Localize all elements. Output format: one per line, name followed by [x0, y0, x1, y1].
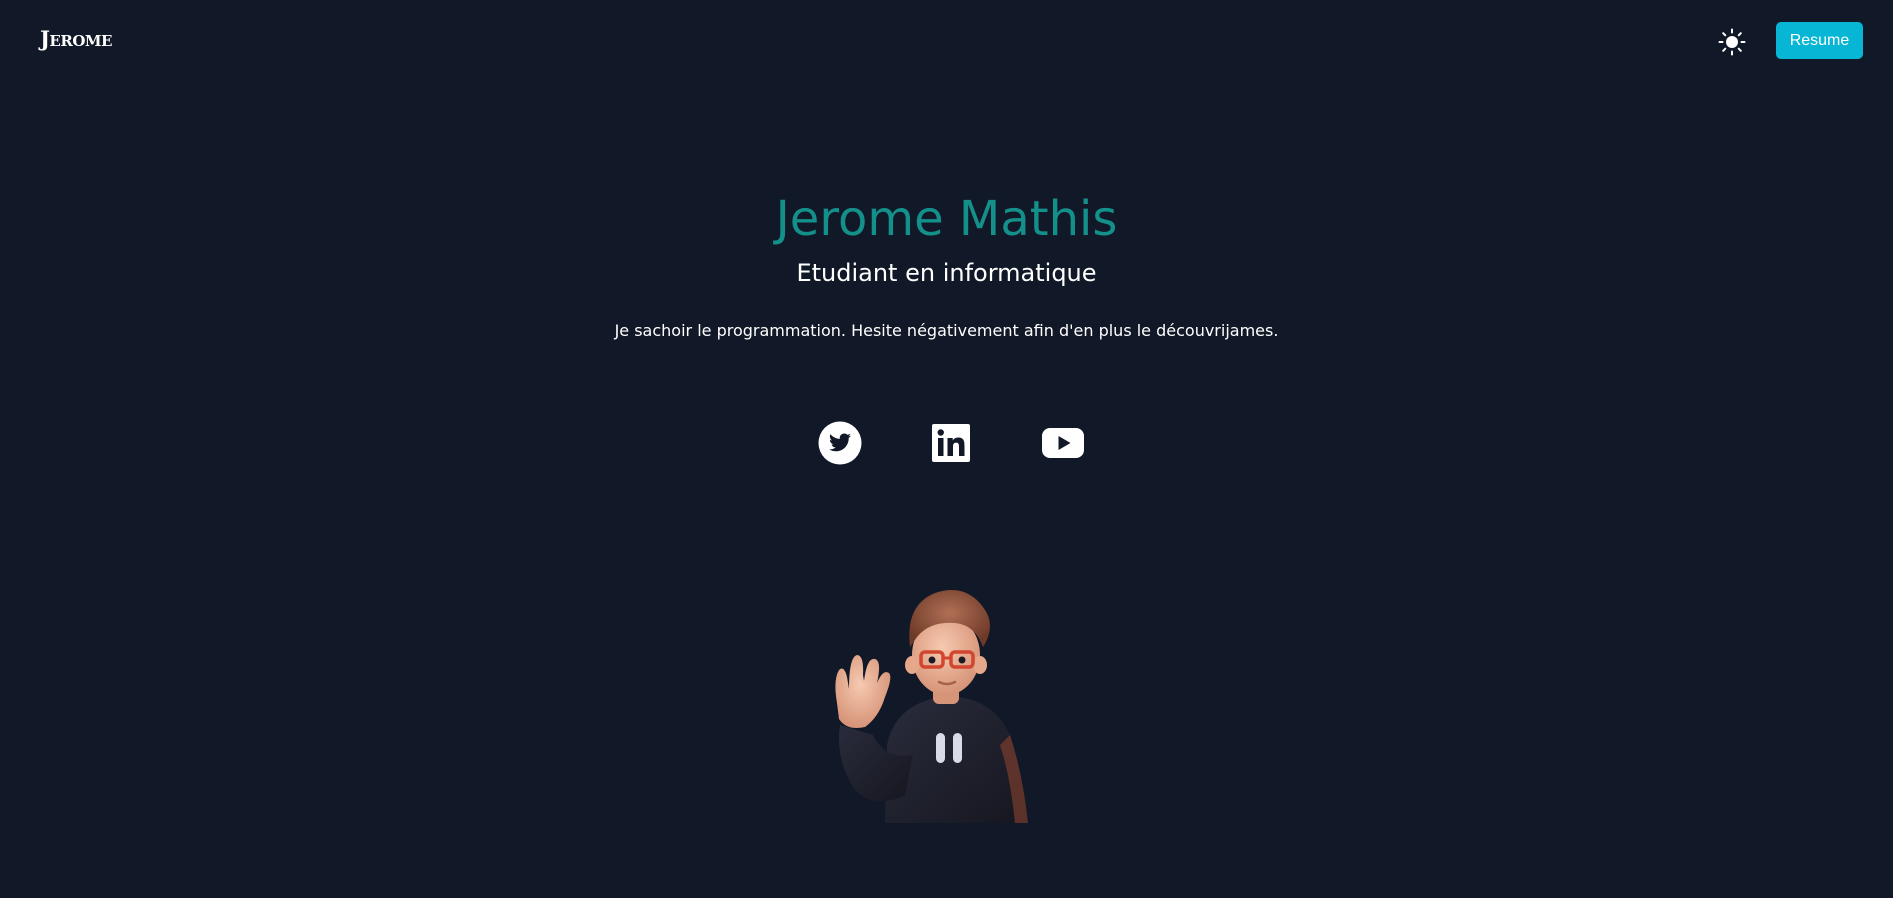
theme-toggle-button[interactable]	[1718, 28, 1746, 56]
linkedin-icon	[932, 424, 970, 462]
linkedin-link[interactable]	[929, 421, 973, 465]
youtube-link[interactable]	[1041, 421, 1085, 465]
waving-avatar	[835, 590, 1028, 823]
sun-icon	[1718, 28, 1746, 56]
site-logo[interactable]: Jerome	[40, 26, 112, 52]
youtube-icon	[1042, 428, 1084, 458]
hero-name: Jerome Mathis	[775, 191, 1118, 247]
twitter-icon	[818, 421, 862, 465]
twitter-link[interactable]	[818, 421, 862, 465]
hero-description: Je sachoir le programmation. Hesite néga…	[614, 321, 1279, 340]
hero-subtitle: Etudiant en informatique	[796, 259, 1097, 287]
resume-button[interactable]: Resume	[1776, 22, 1863, 59]
portfolio-page: Jerome Resume Jerome Mathis Etudiant en …	[0, 0, 1893, 898]
